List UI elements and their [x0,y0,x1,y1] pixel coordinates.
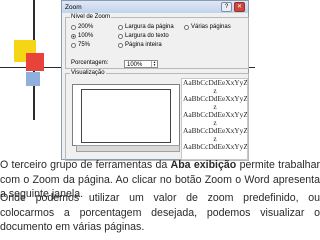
zoom-level-label: Nível de Zoom [70,14,112,20]
zoom-75-radio[interactable] [71,42,76,48]
multiple-pages-option[interactable]: Várias páginas [184,24,231,30]
text-width-option[interactable]: Largura do texto [118,33,169,39]
page-width-label: Largura da página [125,24,174,30]
aba-exibicao-bold: Aba exibição [170,159,237,171]
monitor-screen [81,89,171,143]
multiple-pages-label: Várias páginas [191,24,231,30]
spin-arrows-icon[interactable]: ▲ ▼ [151,61,157,67]
zoom-level-group: Nível de Zoom 200% 100% 75% Largura da p… [65,14,249,69]
page-width-option[interactable]: Largura da página [118,24,174,30]
whole-page-radio[interactable] [118,42,123,48]
decorative-red-square [26,53,44,71]
whole-page-option[interactable]: Página inteira [118,42,162,48]
preview-label: Visualização [70,70,106,76]
zoom-100-option[interactable]: 100% [71,33,93,39]
zoom-100-label: 100% [78,33,94,39]
percent-stepper[interactable]: 100% ▲ ▼ [124,60,158,68]
zoom-200-radio[interactable] [71,24,76,30]
multiple-pages-radio[interactable] [184,24,189,30]
monitor-base [76,145,180,152]
preview-group: Visualização AaBbCcDdEeXxYyZ z AaBbCcDdE… [65,70,249,161]
text-width-label: Largura do texto [125,33,169,39]
preview-line: AaBbCcDdEeXxYyZ [183,142,248,151]
dialog-title: Zoom [65,3,82,11]
text-preview: AaBbCcDdEeXxYyZ z AaBbCcDdEeXxYyZ z AaBb… [181,78,248,160]
percent-label: Porcentagem: [71,60,109,66]
monitor-preview-icon [72,84,180,146]
zoom-200-label: 200% [78,24,94,30]
zoom-100-radio[interactable] [71,33,76,39]
paragraph-explanation: Onde podemos utilizar um valor de zoom p… [0,192,320,233]
percent-value: 100% [127,62,143,68]
zoom-dialog: Zoom ? ✕ Nível de Zoom 200% 100% 75% Lar… [61,0,249,161]
paragraph-intro-start: O terceiro grupo de ferramentas da [0,159,171,171]
dialog-titlebar: Zoom ? ✕ [62,1,248,13]
text-width-radio[interactable] [118,33,123,39]
zoom-200-option[interactable]: 200% [71,24,93,30]
decorative-blue-square [26,72,40,86]
help-button[interactable]: ? [221,2,232,12]
zoom-75-option[interactable]: 75% [71,42,90,48]
page-width-radio[interactable] [118,24,123,30]
zoom-75-label: 75% [78,42,91,48]
close-button[interactable]: ✕ [234,2,245,12]
whole-page-label: Página inteira [125,42,162,48]
